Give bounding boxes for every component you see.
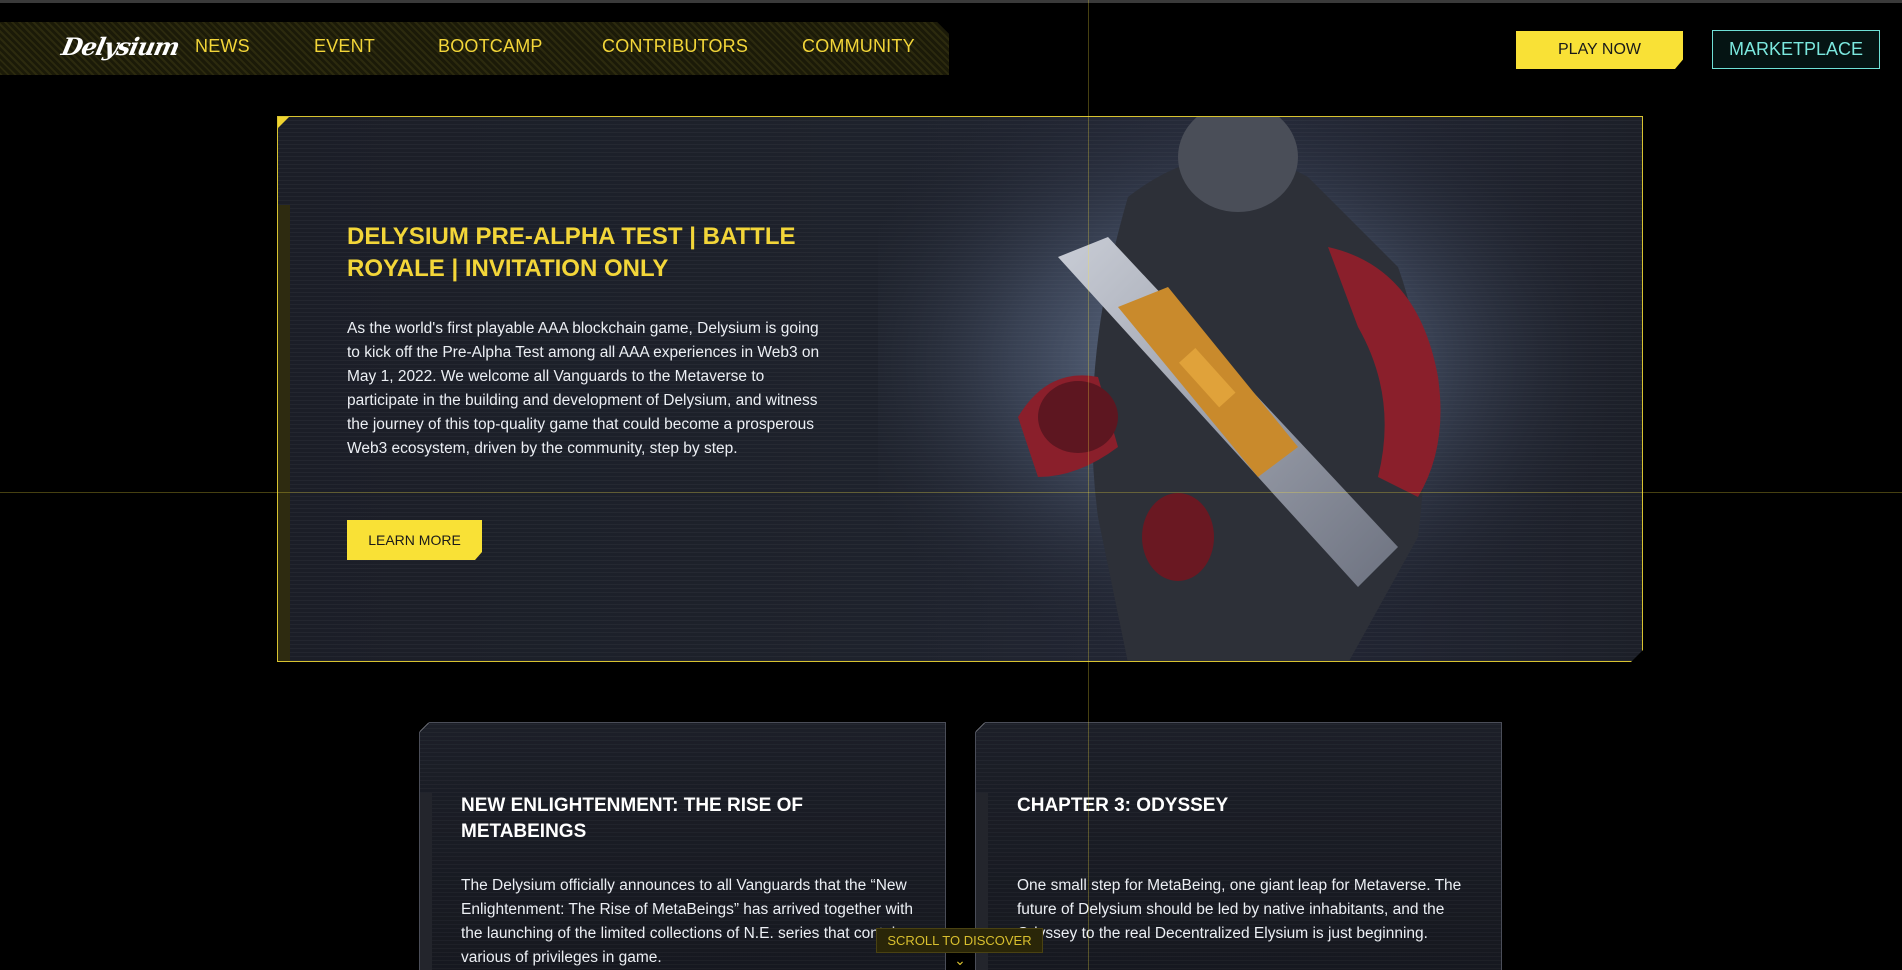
learn-more-button[interactable]: LEARN MORE	[347, 520, 482, 560]
card-title: NEW ENLIGHTENMENT: THE RISE OF METABEING…	[461, 795, 803, 842]
news-card-chapter-3[interactable]: CHAPTER 3: ODYSSEY One small step for Me…	[975, 722, 1502, 970]
card-title: CHAPTER 3: ODYSSEY	[1017, 795, 1229, 816]
nav-item-contributors[interactable]: CONTRIBUTORS	[602, 36, 748, 57]
hero-title: DELYSIUM PRE-ALPHA TEST | BATTLE ROYALE …	[347, 223, 796, 282]
card-description: The Delysium officially announces to all…	[461, 877, 914, 966]
nav-item-event[interactable]: EVENT	[314, 36, 375, 57]
marketplace-button[interactable]: MARKETPLACE	[1712, 30, 1880, 69]
hero-side-accent	[278, 205, 290, 662]
nav-item-news[interactable]: NEWS	[195, 36, 250, 57]
soldier-artwork	[878, 117, 1643, 662]
card-description: One small step for MetaBeing, one giant …	[1017, 877, 1462, 942]
news-card-new-enlightenment[interactable]: NEW ENLIGHTENMENT: THE RISE OF METABEING…	[419, 722, 946, 970]
card-corner-mark	[420, 723, 429, 732]
delysium-logo[interactable]: Delysium	[58, 30, 182, 64]
chevron-down-icon[interactable]: ⌄	[951, 952, 969, 970]
hero-description: As the world's first playable AAA blockc…	[347, 320, 820, 457]
card-side-accent	[420, 793, 432, 970]
card-corner-mark	[976, 723, 985, 732]
scroll-to-discover-button[interactable]: SCROLL TO DISCOVER	[876, 928, 1043, 953]
hero-corner-mark	[278, 117, 289, 128]
nav-item-bootcamp[interactable]: BOOTCAMP	[438, 36, 543, 57]
top-border	[0, 0, 1902, 3]
play-now-button[interactable]: PLAY NOW	[1516, 31, 1683, 69]
hero-banner: DELYSIUM PRE-ALPHA TEST | BATTLE ROYALE …	[277, 116, 1643, 662]
nav-item-community[interactable]: COMMUNITY	[802, 36, 915, 57]
